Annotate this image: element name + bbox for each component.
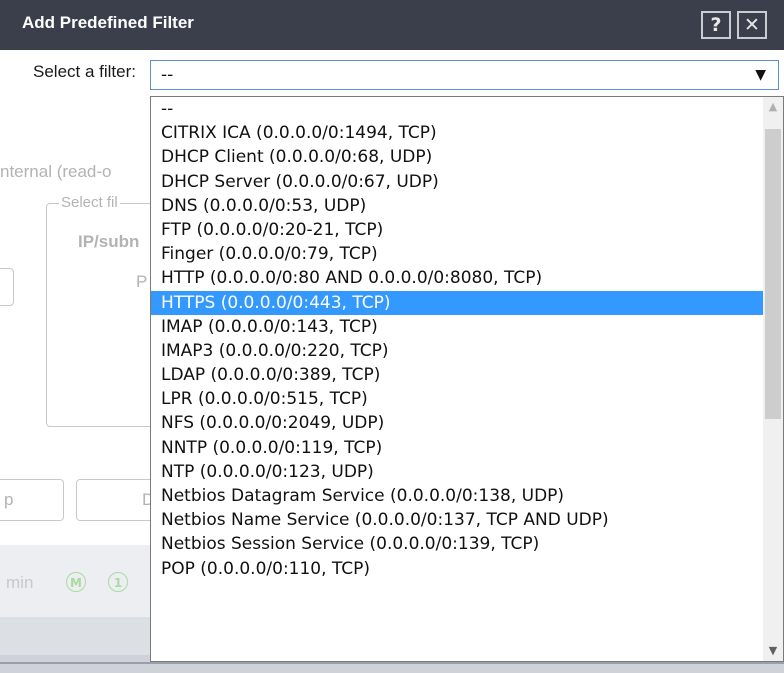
filter-select[interactable]: -- ▼ [150, 60, 779, 90]
filter-option[interactable]: LDAP (0.0.0.0/0:389, TCP) [151, 363, 763, 387]
bg-status-bar: min M 1 [0, 545, 150, 617]
dialog-title: Add Predefined Filter [22, 13, 194, 32]
bg-admin-label: min [6, 573, 34, 592]
filter-option[interactable]: HTTP (0.0.0.0/0:80 AND 0.0.0.0/0:8080, T… [151, 266, 763, 290]
bg-ip-subnet-label: IP/subn [78, 232, 140, 251]
bg-p-label: P [136, 272, 148, 291]
filter-option[interactable]: NTP (0.0.0.0/0:123, UDP) [151, 460, 763, 484]
filter-options: -- CITRIX ICA (0.0.0.0/0:1494, TCP) DHCP C… [151, 97, 763, 581]
filter-option[interactable]: FTP (0.0.0.0/0:20-21, TCP) [151, 218, 763, 242]
bg-left-field [0, 268, 14, 306]
filter-option[interactable]: Finger (0.0.0.0/0:79, TCP) [151, 242, 763, 266]
filter-option-selected[interactable]: HTTPS (0.0.0.0/0:443, TCP) [151, 290, 763, 315]
filter-option[interactable]: Netbios Session Service (0.0.0.0/0:139, … [151, 532, 763, 556]
filter-option[interactable]: LPR (0.0.0.0/0:515, TCP) [151, 387, 763, 411]
filter-option[interactable]: NFS (0.0.0.0/0:2049, UDP) [151, 411, 763, 435]
filter-option[interactable]: DHCP Server (0.0.0.0/0:67, UDP) [151, 170, 763, 194]
scroll-up-icon[interactable]: ▲ [763, 97, 783, 117]
scrollbar-thumb[interactable] [765, 129, 781, 419]
bg-lower-bar [0, 617, 150, 655]
filter-select-label: Select a filter: [33, 62, 136, 81]
bg-m-badge: M [66, 572, 86, 592]
filter-option[interactable]: IMAP3 (0.0.0.0/0:220, TCP) [151, 339, 763, 363]
filter-option[interactable]: IMAP (0.0.0.0/0:143, TCP) [151, 315, 763, 339]
dropdown-scrollbar[interactable]: ▲ ▼ [763, 97, 783, 661]
bg-bottom-line [0, 662, 784, 664]
help-icon: ? [710, 14, 722, 36]
filter-option[interactable]: NNTP (0.0.0.0/0:119, TCP) [151, 436, 763, 460]
scroll-down-icon[interactable]: ▼ [763, 641, 783, 661]
bg-internal-label: nternal (read-o [0, 162, 112, 181]
filter-option[interactable]: DHCP Client (0.0.0.0/0:68, UDP) [151, 145, 763, 169]
filter-option[interactable]: -- [151, 97, 763, 121]
close-button[interactable]: ✕ [737, 11, 767, 39]
filter-option[interactable]: Netbios Datagram Service (0.0.0.0/0:138,… [151, 484, 763, 508]
bg-select-filter-legend: Select fil [59, 194, 120, 211]
filter-option[interactable]: POP (0.0.0.0/0:110, TCP) [151, 557, 763, 581]
chevron-down-icon: ▼ [755, 67, 766, 83]
bg-p-button-label: p [4, 490, 14, 509]
dialog-titlebar: Add Predefined Filter ? ✕ [0, 0, 784, 50]
help-button[interactable]: ? [701, 11, 731, 39]
filter-option[interactable]: Netbios Name Service (0.0.0.0/0:137, TCP… [151, 508, 763, 532]
close-icon: ✕ [744, 14, 760, 36]
bg-1-badge: 1 [108, 572, 128, 592]
filter-option[interactable]: DNS (0.0.0.0/0:53, UDP) [151, 194, 763, 218]
filter-dropdown-list[interactable]: -- CITRIX ICA (0.0.0.0/0:1494, TCP) DHCP C… [150, 96, 784, 662]
filter-select-value: -- [161, 65, 174, 85]
filter-option[interactable]: CITRIX ICA (0.0.0.0/0:1494, TCP) [151, 121, 763, 145]
